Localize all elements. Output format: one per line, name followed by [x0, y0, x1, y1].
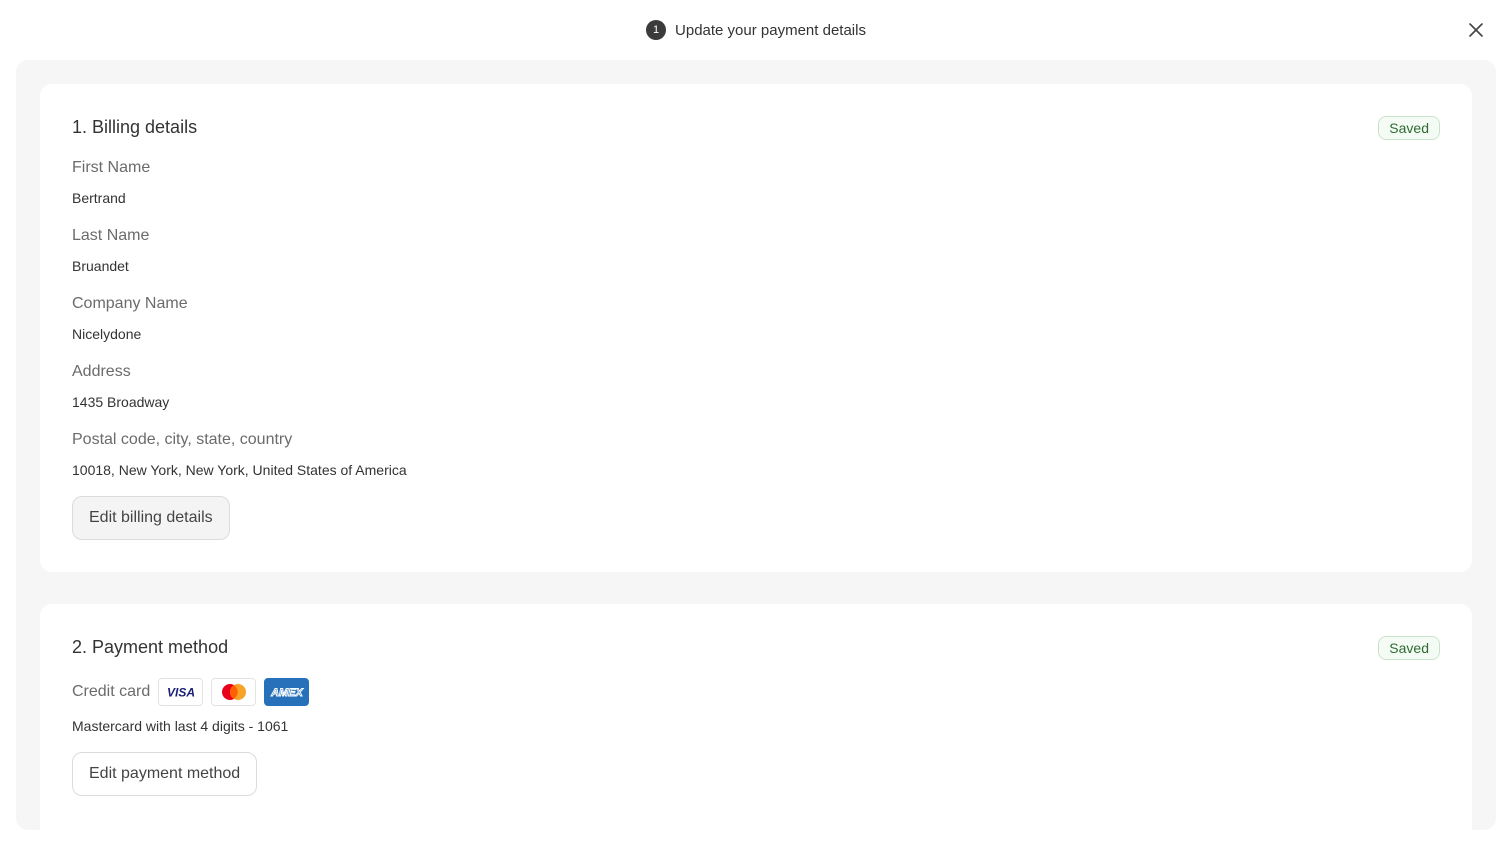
card-summary-text: Mastercard with last 4 digits - 1061: [72, 718, 289, 734]
credit-card-row: Credit card VISA AMEX: [72, 677, 310, 707]
modal-header: 1 Update your payment details: [0, 0, 1512, 60]
content-panel: 1. Billing details Saved First Name Bert…: [16, 60, 1496, 864]
address-value: 1435 Broadway: [72, 394, 170, 410]
first-name-value: Bertrand: [72, 190, 126, 206]
company-name-label: Company Name: [72, 295, 188, 312]
last-name-value: Bruandet: [72, 258, 129, 274]
close-button[interactable]: [1466, 20, 1486, 40]
payment-status-badge: Saved: [1378, 636, 1440, 660]
billing-status-badge: Saved: [1378, 116, 1440, 140]
mastercard-logo-icon: [211, 678, 257, 706]
step-number-badge: 1: [646, 20, 667, 40]
close-icon: [1469, 23, 1483, 37]
billing-section-title: 1. Billing details: [72, 117, 198, 137]
credit-card-label: Credit card: [72, 683, 151, 700]
payment-method-card: 2. Payment method Saved Credit card VISA…: [40, 604, 1472, 864]
address-label: Address: [72, 363, 131, 380]
postal-location-value: 10018, New York, New York, United States…: [72, 462, 407, 478]
step-indicator: 1 Update your payment details: [0, 20, 1512, 40]
svg-text:VISA: VISA: [167, 686, 195, 700]
amex-logo-icon: AMEX: [264, 678, 310, 706]
company-name-value: Nicelydone: [72, 326, 142, 342]
first-name-label: First Name: [72, 159, 151, 176]
edit-payment-method-button[interactable]: Edit payment method: [72, 752, 258, 796]
billing-details-card: 1. Billing details Saved First Name Bert…: [40, 84, 1472, 572]
visa-logo-icon: VISA: [158, 678, 204, 706]
page-title: Update your payment details: [675, 21, 866, 39]
last-name-label: Last Name: [72, 227, 150, 244]
edit-billing-details-button[interactable]: Edit billing details: [72, 496, 230, 540]
payment-section-title: 2. Payment method: [72, 637, 229, 657]
postal-location-label: Postal code, city, state, country: [72, 431, 293, 448]
svg-text:AMEX: AMEX: [270, 687, 303, 699]
